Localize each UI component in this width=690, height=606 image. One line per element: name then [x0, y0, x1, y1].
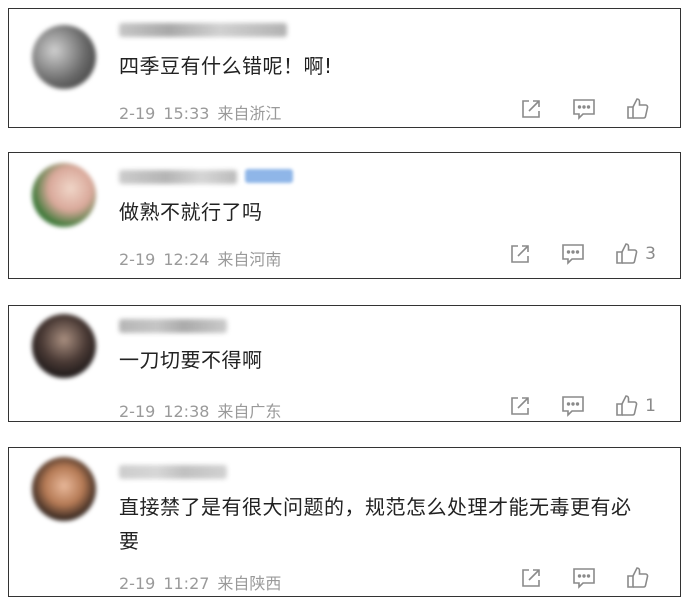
like-count: 1	[645, 396, 656, 416]
comment-text: 直接禁了是有很大问题的，规范怎么处理才能无毒更有必要	[119, 495, 632, 553]
like-count: 3	[645, 244, 656, 264]
avatar[interactable]	[32, 163, 96, 227]
share-icon	[511, 245, 529, 263]
share-button[interactable]	[509, 395, 531, 417]
comment-card: 四季豆有什么错呢！啊! 2-19 15:33 来自浙江	[8, 8, 681, 128]
like-button[interactable]	[626, 97, 656, 121]
comment-actions	[490, 566, 656, 590]
comment-meta: 2-19 12:38 来自广东	[119, 398, 289, 422]
avatar[interactable]	[32, 314, 96, 378]
reply-icon	[573, 568, 595, 589]
comment-time: 11:27	[163, 574, 210, 593]
comment-time: 12:24	[163, 250, 210, 269]
comment-actions: 3	[479, 242, 656, 266]
comment-date: 2-19	[119, 250, 156, 269]
comment-text: 做熟不就行了吗	[119, 200, 263, 224]
thumbs-up-icon	[627, 567, 649, 588]
reply-icon	[562, 396, 584, 417]
comment-card: 直接禁了是有很大问题的，规范怎么处理才能无毒更有必要 2-19 11:27 来自陕西	[8, 447, 681, 597]
username[interactable]	[119, 170, 237, 184]
comment-actions: 1	[479, 394, 656, 418]
avatar[interactable]	[32, 457, 96, 521]
avatar[interactable]	[32, 25, 96, 89]
comment-date: 2-19	[119, 574, 156, 593]
share-button[interactable]	[520, 567, 542, 589]
username[interactable]	[119, 319, 227, 333]
comment-location: 来自广东	[217, 402, 282, 421]
share-button[interactable]	[520, 98, 542, 120]
comment-date: 2-19	[119, 104, 156, 123]
comment-location: 来自陕西	[217, 574, 282, 593]
share-button[interactable]	[509, 243, 531, 265]
comment-time: 12:38	[163, 402, 210, 421]
share-icon	[522, 100, 540, 118]
comment-meta: 2-19 12:24 来自河南	[119, 246, 289, 270]
reply-button[interactable]	[561, 243, 585, 265]
comment-location: 来自浙江	[217, 104, 282, 123]
reply-button[interactable]	[572, 567, 596, 589]
comment-text: 四季豆有什么错呢！啊!	[119, 54, 333, 78]
comment-location: 来自河南	[217, 250, 282, 269]
comment-meta: 2-19 15:33 来自浙江	[119, 100, 289, 124]
reply-icon	[573, 99, 595, 120]
username[interactable]	[119, 465, 227, 479]
comment-time: 15:33	[163, 104, 210, 123]
thumbs-up-icon	[616, 395, 638, 416]
like-button[interactable]: 3	[615, 242, 656, 266]
comment-card: 一刀切要不得啊 2-19 12:38 来自广东 1	[8, 305, 681, 422]
like-button[interactable]	[626, 566, 656, 590]
reply-icon	[562, 244, 584, 265]
share-icon	[522, 569, 540, 587]
reply-button[interactable]	[561, 395, 585, 417]
comment-text: 一刀切要不得啊	[119, 348, 263, 372]
username[interactable]	[119, 23, 287, 37]
comment-meta: 2-19 11:27 来自陕西	[119, 570, 289, 594]
thumbs-up-icon	[616, 243, 638, 264]
reply-button[interactable]	[572, 98, 596, 120]
comment-date: 2-19	[119, 402, 156, 421]
share-icon	[511, 397, 529, 415]
thumbs-up-icon	[627, 98, 649, 119]
comment-actions	[490, 97, 656, 121]
like-button[interactable]: 1	[615, 394, 656, 418]
user-badge	[245, 169, 293, 183]
comment-card: 做熟不就行了吗 2-19 12:24 来自河南 3	[8, 152, 681, 279]
